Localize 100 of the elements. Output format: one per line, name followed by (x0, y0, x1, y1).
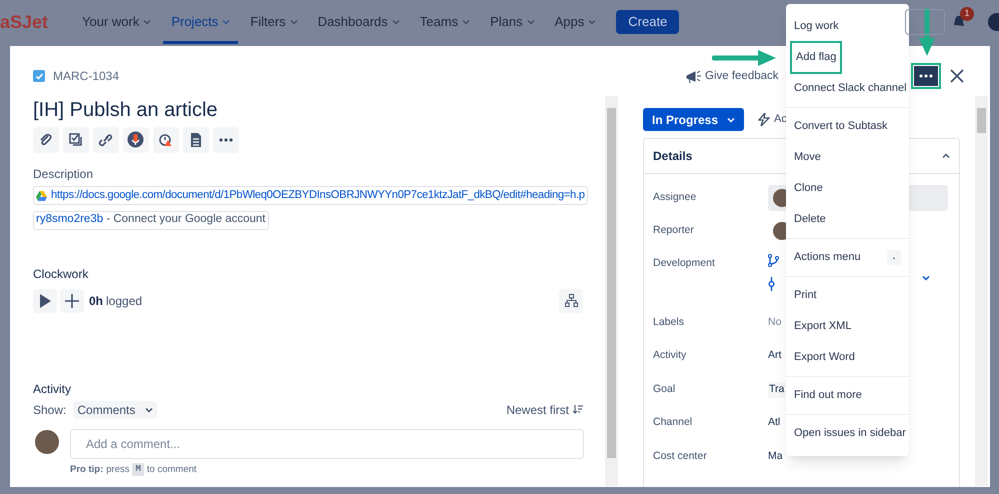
document-link[interactable]: ry8smo2re3b (36, 211, 104, 229)
lightning-icon (758, 113, 770, 126)
megaphone-icon (686, 70, 702, 84)
nav-tab[interactable]: Your work (74, 0, 160, 44)
menu-item[interactable]: Delete (786, 204, 909, 235)
field-value: No (768, 314, 782, 330)
connect-account-text: - Connect your Google account (105, 212, 266, 228)
tip-label: Pro tip: (70, 462, 104, 476)
nav-tab[interactable]: Dashboards (310, 0, 408, 44)
more-button[interactable] (213, 127, 239, 153)
field-label: Assignee (653, 190, 698, 205)
show-label: Show: (33, 402, 66, 418)
chevron-down-icon (143, 18, 152, 26)
menu-item[interactable]: Convert to Subtask (786, 111, 909, 142)
microphone-icon (127, 131, 145, 149)
comment-input[interactable]: Add a comment... (70, 428, 584, 458)
comments-dropdown[interactable]: Comments (73, 400, 158, 418)
close-button[interactable] (950, 68, 966, 84)
field-label: Development (653, 256, 716, 271)
give-feedback-button[interactable]: Give feedback (686, 68, 779, 86)
hierarchy-button[interactable] (559, 288, 583, 312)
chevron-up-icon[interactable] (942, 152, 950, 160)
chevron-down-icon (290, 18, 298, 26)
pointer-arrow (712, 50, 776, 66)
paperclip-button[interactable] (33, 127, 59, 153)
microphone-button[interactable] (123, 127, 149, 153)
chevron-down-icon (588, 18, 596, 26)
menu-item[interactable]: Add flag (786, 42, 909, 73)
task-checkbox-icon (33, 70, 45, 82)
sort-icon (573, 405, 583, 414)
nav-tab[interactable]: Plans (482, 0, 543, 44)
field-label: Channel (653, 415, 694, 430)
notification-badge: 1 (960, 7, 974, 21)
chevron-down-icon (145, 406, 154, 414)
shortcut-key: M (132, 462, 144, 476)
scrollbar[interactable] (605, 96, 618, 486)
panel-title: Details (653, 148, 692, 165)
menu-item[interactable]: Log work (786, 11, 909, 42)
timer-warning-button[interactable] (153, 127, 179, 153)
pointer-arrow (919, 8, 935, 56)
scrollbar[interactable] (975, 96, 988, 486)
chevron-down-icon (526, 18, 535, 26)
plus-icon (65, 294, 79, 308)
field-label: Reporter (653, 223, 695, 238)
search-field[interactable] (905, 9, 945, 35)
logged-label: logged (106, 292, 142, 310)
chevron-down-icon (392, 18, 400, 26)
field-value: Tra (768, 382, 786, 398)
chevron-down-icon (727, 116, 736, 124)
menu-item[interactable]: Find out more (786, 380, 909, 411)
field-value: Ma (768, 448, 783, 464)
issue-key-link[interactable]: MARC-1034 (53, 67, 120, 85)
field-label: Activity (653, 348, 688, 364)
tip-text: to comment (146, 462, 197, 476)
menu-item[interactable]: Print (786, 280, 909, 311)
menu-item[interactable]: Clone (786, 173, 909, 204)
hierarchy-icon (564, 294, 578, 307)
menu-item[interactable]: Export Word (786, 342, 909, 373)
more-icon (219, 138, 233, 142)
logo-text: aSJet (0, 10, 50, 34)
link-icon (97, 131, 115, 149)
menu-item[interactable]: Export XML (786, 311, 909, 342)
tip-text: press (106, 462, 130, 476)
chevron-down-icon (222, 18, 230, 26)
field-value: Art (768, 348, 782, 364)
close-icon (950, 69, 964, 83)
play-icon (39, 294, 51, 308)
field-label: Cost center (653, 448, 708, 464)
checklist-icon (67, 131, 85, 149)
menu-item[interactable]: Connect Slack channel (786, 73, 909, 104)
action-button[interactable]: Ac (758, 111, 787, 128)
highlight-frame (911, 63, 941, 89)
play-button[interactable] (33, 288, 57, 312)
document-button[interactable] (183, 127, 209, 153)
nav-tab[interactable]: Teams (412, 0, 478, 44)
shortcut-key: . (886, 250, 901, 265)
chevron-down-icon[interactable] (922, 274, 930, 282)
section-label: Clockwork (33, 266, 90, 282)
menu-item[interactable]: Open issues in sidebar (786, 418, 909, 449)
checklist-button[interactable] (63, 127, 89, 153)
chevron-down-icon (462, 18, 470, 26)
nav-tab[interactable]: Filters (242, 0, 306, 44)
link-button[interactable] (93, 127, 119, 153)
add-time-button[interactable] (60, 288, 84, 312)
branch-icon[interactable] (768, 254, 779, 267)
user-avatar (35, 430, 59, 454)
sort-button[interactable]: Newest first (506, 400, 583, 418)
issue-title: [IH] Publsh an article (33, 98, 219, 122)
section-label: Description (33, 166, 94, 183)
menu-item[interactable]: Move (786, 142, 909, 173)
create-button[interactable]: Create (616, 10, 680, 34)
logged-hours: 0h (89, 292, 104, 310)
drive-logo-icon (36, 190, 47, 200)
field-value: Atl (768, 415, 780, 430)
status-dropdown[interactable]: In Progress (643, 108, 744, 131)
section-label: Activity (33, 380, 72, 398)
menu-item[interactable]: Actions menu . (786, 242, 909, 273)
more-actions-button[interactable] (914, 66, 938, 86)
nav-tab[interactable]: Apps (546, 0, 604, 44)
field-label: Labels (653, 314, 685, 330)
